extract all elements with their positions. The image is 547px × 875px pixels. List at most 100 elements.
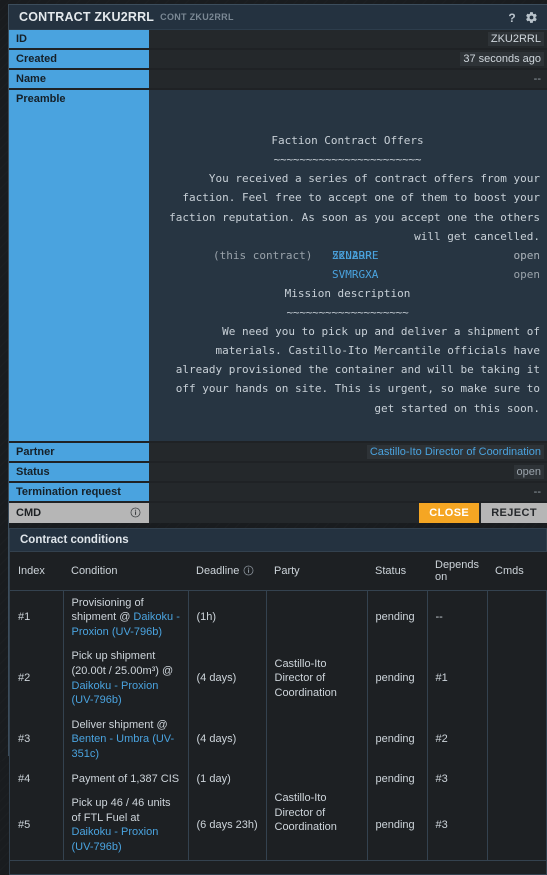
condition-deadline: (4 days) [188, 712, 267, 767]
property-value-status: open [149, 462, 547, 481]
partner-link[interactable]: Castillo-Ito Director of Coordination [366, 444, 544, 459]
info-icon[interactable] [130, 507, 141, 518]
close-button[interactable]: CLOSE [419, 502, 480, 523]
contract-id-value: ZKU2RRL [487, 32, 544, 46]
condition-description: Pick up shipment (20.00t / 25.00m³) @ Da… [63, 644, 189, 713]
condition-location-link[interactable]: Benten - Umbra (UV-351c) [72, 733, 175, 760]
status-badge: open [513, 464, 544, 479]
condition-deadline: (1h) [188, 590, 267, 645]
info-icon[interactable] [243, 565, 254, 576]
condition-status: pending [367, 590, 428, 645]
condition-deadline: (1 day) [188, 766, 267, 792]
column-header-condition[interactable]: Condition [63, 551, 188, 591]
property-row-name: Name -- [9, 70, 547, 88]
mission-heading-rule: ~~~~~~~~~~~~~~~~~~~ [286, 306, 409, 320]
property-value-termination-request: -- [149, 482, 547, 501]
conditions-table-header-row: Index Condition Deadline Party Status De… [10, 551, 547, 591]
property-label-status: Status [9, 462, 149, 481]
condition-index: #5 [10, 791, 64, 860]
property-label-preamble: Preamble [9, 90, 149, 441]
preamble-heading-rule: ~~~~~~~~~~~~~~~~~~~~~~~ [273, 153, 422, 167]
table-row[interactable]: #4 Payment of 1,387 CIS (1 day) Castillo… [10, 766, 547, 860]
preamble-body-line: faction. Feel free to accept one of them… [182, 191, 540, 205]
condition-description: Payment of 1,387 CIS [63, 766, 189, 792]
gear-icon[interactable] [523, 9, 539, 25]
created-value: 37 seconds ago [460, 52, 544, 66]
cmd-row: CMD CLOSE REJECT [9, 502, 547, 523]
property-label-termination-request: Termination request [9, 482, 149, 501]
svg-text:?: ? [508, 11, 515, 24]
conditions-panel-title: Contract conditions [10, 528, 546, 552]
property-value-name: -- [149, 70, 547, 88]
condition-cmds[interactable] [487, 713, 547, 767]
contract-offer-row: SVMRGXA open [155, 265, 540, 284]
condition-index: #1 [10, 590, 64, 645]
condition-cmds[interactable] [487, 644, 547, 712]
column-header-index[interactable]: Index [10, 551, 63, 591]
property-label-created: Created [9, 50, 149, 68]
contract-window: CONTRACT ZKU2RRL CONT ZKU2RRL ? ID ZKU2R… [8, 4, 547, 875]
condition-text: Pick up shipment (20.00t / 25.00m³) @ [71, 650, 174, 678]
condition-status: pending [367, 712, 428, 767]
preamble-body-line: faction reputation. As soon as you accep… [169, 210, 540, 224]
cmd-label: CMD [9, 502, 149, 523]
condition-index: #3 [10, 712, 64, 767]
mission-line: materials. Castillo-Ito Mercantile offic… [215, 344, 540, 358]
condition-description: Pick up 46 / 46 units of FTL Fuel at Dai… [63, 791, 189, 860]
preamble-body-line: will get cancelled. [414, 229, 540, 243]
cmd-actions: CLOSE REJECT [149, 502, 547, 523]
property-value-preamble: Faction Contract Offers ~~~~~~~~~~~~~~~~~… [149, 90, 547, 441]
page-subtitle: CONT ZKU2RRL [160, 12, 234, 22]
mission-line: get started on this soon. [374, 401, 540, 415]
condition-status: pending [367, 644, 428, 713]
condition-depends-on: #3 [427, 791, 488, 860]
condition-index: #4 [10, 766, 64, 792]
preamble-heading: Faction Contract Offers [271, 134, 424, 148]
condition-depends-on: -- [427, 590, 488, 645]
column-header-deadline-label: Deadline [196, 564, 240, 577]
condition-party-link[interactable]: Castillo-Ito Director of Coordination [266, 590, 368, 767]
condition-depends-on: #2 [427, 712, 488, 767]
condition-party-link[interactable]: Castillo-Ito Director of Coordination [266, 766, 368, 860]
condition-location-link[interactable]: Daikoku - Proxion (UV-796b) [72, 826, 159, 853]
conditions-panel-footer [10, 859, 546, 874]
property-row-created: Created 37 seconds ago [9, 50, 547, 68]
property-label-id: ID [9, 30, 149, 48]
contract-properties: ID ZKU2RRL Created 37 seconds ago Name -… [9, 30, 547, 523]
property-row-termination-request: Termination request -- [9, 482, 547, 501]
property-label-partner: Partner [9, 442, 149, 461]
condition-index: #2 [10, 644, 64, 713]
condition-cmds[interactable] [487, 767, 547, 792]
property-row-id: ID ZKU2RRL [9, 30, 547, 48]
condition-deadline: (4 days) [188, 644, 267, 713]
condition-location-link[interactable]: Daikoku - Proxion (UV-796b) [72, 680, 159, 707]
condition-description: Deliver shipment @ Benten - Umbra (UV-35… [63, 712, 189, 767]
preamble-body-line: You received a series of contract offers… [208, 172, 540, 186]
offer-status: open [513, 267, 541, 281]
condition-cmds[interactable] [487, 590, 547, 644]
condition-cmds[interactable] [487, 791, 547, 859]
mission-line: already provisioned the container and wi… [175, 363, 540, 377]
condition-text: Pick up 46 / 46 units of FTL Fuel at [71, 797, 171, 824]
table-row[interactable]: #1 Provisioning of shipment @ Daikoku - … [10, 590, 547, 767]
column-header-deadline[interactable]: Deadline [188, 551, 266, 591]
preamble-text: Faction Contract Offers ~~~~~~~~~~~~~~~~~… [155, 93, 540, 437]
property-value-created: 37 seconds ago [149, 50, 547, 68]
offer-id-link[interactable]: ZKU2RRL [332, 246, 378, 265]
condition-deadline: (6 days 23h) [188, 791, 267, 860]
offer-status: open [513, 248, 541, 262]
condition-depends-on: #3 [427, 766, 488, 792]
column-header-cmds[interactable]: Cmds [487, 551, 547, 591]
termination-request-value: -- [533, 485, 541, 498]
property-row-status: Status open [9, 462, 547, 481]
property-value-partner: Castillo-Ito Director of Coordination [149, 442, 547, 461]
condition-text: Deliver shipment @ [71, 718, 168, 731]
reject-button[interactable]: REJECT [481, 502, 547, 523]
column-header-status[interactable]: Status [367, 551, 427, 591]
column-header-party[interactable]: Party [266, 551, 367, 591]
mission-heading: Mission description [284, 286, 411, 300]
column-header-depends-on[interactable]: Depends on [427, 551, 487, 591]
offer-id-link[interactable]: SVMRGXA [332, 265, 378, 284]
question-mark-icon[interactable]: ? [504, 9, 520, 25]
property-row-preamble: Preamble Faction Contract Offers ~~~~~~~~… [9, 90, 547, 441]
